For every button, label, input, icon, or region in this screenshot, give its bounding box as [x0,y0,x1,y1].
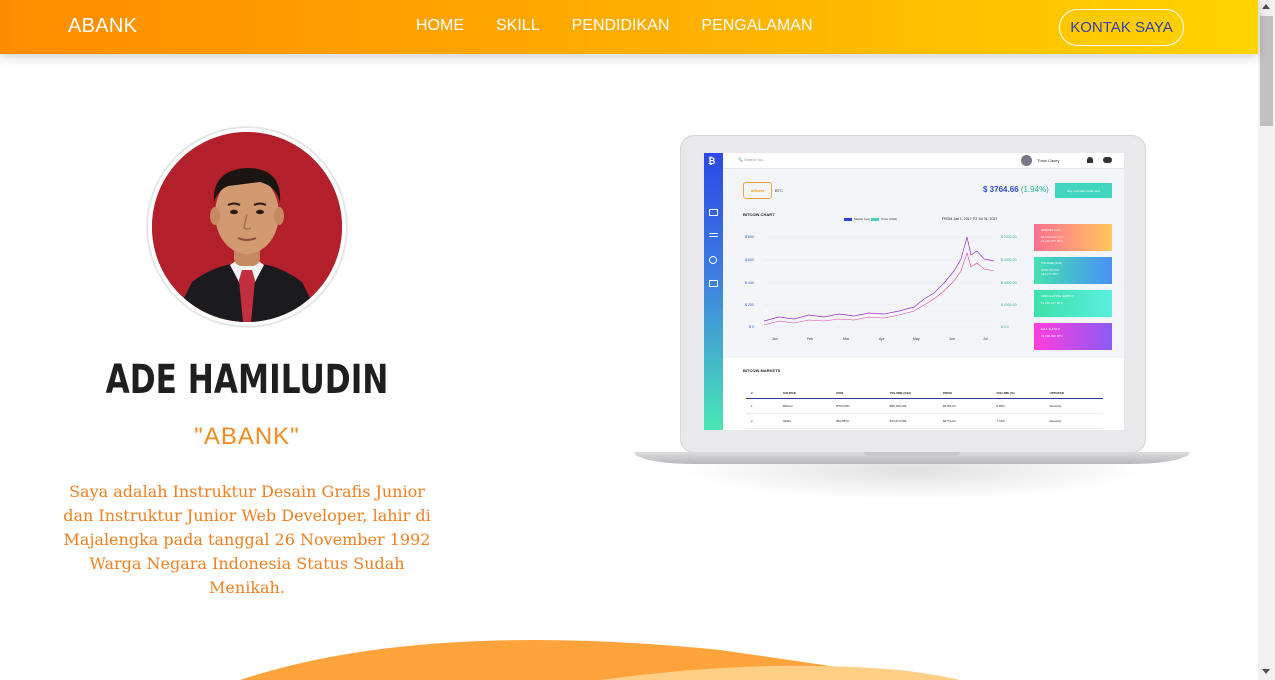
chart-title: BITCOIN CHART [743,212,775,217]
user-avatar [1021,155,1032,166]
mail-icon [709,280,718,287]
stat-card-max-supply: MAX SUPPLY 21,000,000 BTC [1034,323,1112,350]
bitcoin-badge: bitcoin [743,182,772,199]
laptop-screen: ₿ 🔍 Search for... Thain Casey bitcoin BT… [704,153,1124,430]
y-label-right: $ 0.0 [1001,325,1009,329]
y-label-right: $ 2000.00 [1001,303,1017,307]
coin-price: $ 3764.66 (1.94%) [983,185,1049,194]
scroll-down-arrow-icon[interactable] [1262,669,1270,674]
globe-icon [709,256,717,264]
page-scrollbar[interactable] [1258,0,1275,680]
profile-nickname: "ABANK" [194,423,300,450]
dashboard-search: 🔍 Search for... [738,157,766,162]
markets-table: # SOURCE PAIR VOLUME (24H) PRICE VOLUME … [746,388,1103,429]
bell-icon [1087,157,1093,163]
table-header: # SOURCE PAIR VOLUME (24H) PRICE VOLUME … [746,388,1103,399]
stat-card-volume: VOLUME (24H) $759,792,000 249,371 BTC [1034,257,1112,284]
x-label: Jan [772,337,778,341]
brand-logo[interactable]: ABANK [68,15,137,38]
markets-title: BITCOIN MARKETS [743,368,781,373]
nav-link-pengalaman[interactable]: PENGALAMAN [701,17,812,35]
table-row: 1 Bitfinex BTC/USD $80,795,209 $3763.04 … [746,399,1103,414]
transfer-icon [709,233,718,237]
y-label-left: $ 800 [745,235,754,239]
bitcoin-chart: $ 800 $ 600 $ 400 $ 200 $ 0 $ 2200.00 $ … [745,235,1017,341]
cloud-icon [1103,157,1112,163]
markets-panel: BITCOIN MARKETS # SOURCE PAIR VOLUME (24… [723,358,1124,430]
y-label-left: $ 600 [745,258,754,262]
avatar-frame [147,127,347,327]
x-label: Mar [843,337,850,341]
buy-button: Buy now with credit card [1055,183,1112,198]
nav-link-skill[interactable]: SKILL [496,17,540,35]
nav-link-home[interactable]: HOME [416,17,464,35]
x-label: Feb [807,337,813,341]
x-label: Jun [949,337,955,341]
decorative-waves [240,640,960,680]
profile-bio: Saya adalah Instruktur Desain Grafis Jun… [63,482,431,597]
dashboard-topbar: 🔍 Search for... Thain Casey [723,153,1124,169]
stat-card-circulating: CIRCULATING SUPPLY 16,294,207 BTC [1034,290,1112,317]
stat-cards: MARKET CAP $62,441,137,217 16,294,207 BTC… [1034,224,1112,356]
bitcoin-logo-icon: ₿ [708,156,716,166]
chart-icon [709,209,718,216]
y-label-left: $ 200 [745,303,754,307]
y-label-right: $ 4000.00 [1001,281,1017,285]
y-label-right: $ 4000.00 [1001,258,1017,262]
navbar: ABANK HOME SKILL PENDIDIKAN PENGALAMAN K… [0,0,1258,54]
contact-button[interactable]: KONTAK SAYA [1059,9,1184,46]
chart-legend: Market Cap Price (USD) [844,217,897,221]
table-row: 2 GDEx BKC/BTC $72,673,009 $3772.04 7.73… [746,414,1103,429]
coin-symbol: BTC [775,188,783,193]
x-label: May [913,337,920,341]
y-label-left: $ 0 [749,325,754,329]
y-label-left: $ 400 [745,281,754,285]
stat-card-market-cap: MARKET CAP $62,441,137,217 16,294,207 BTC [1034,224,1112,251]
laptop-notch [864,452,960,456]
dashboard-sidebar: ₿ [704,153,723,430]
scrollbar-thumb[interactable] [1260,16,1273,126]
profile-photo [152,132,342,322]
x-label: Apr [879,337,885,341]
nav-links: HOME SKILL PENDIDIKAN PENGALAMAN [416,17,845,35]
profile-name: ADE HAMILUDIN [105,357,389,403]
scroll-up-arrow-icon[interactable] [1262,4,1270,9]
y-label-right: $ 2200.00 [1001,235,1017,239]
date-range: FROM Jan 1, 2017 TO Jul 31, 2017 [942,217,998,221]
nav-link-pendidikan[interactable]: PENDIDIKAN [572,17,670,35]
user-name: Thain Casey [1037,158,1060,163]
x-label: Jul [983,337,988,341]
